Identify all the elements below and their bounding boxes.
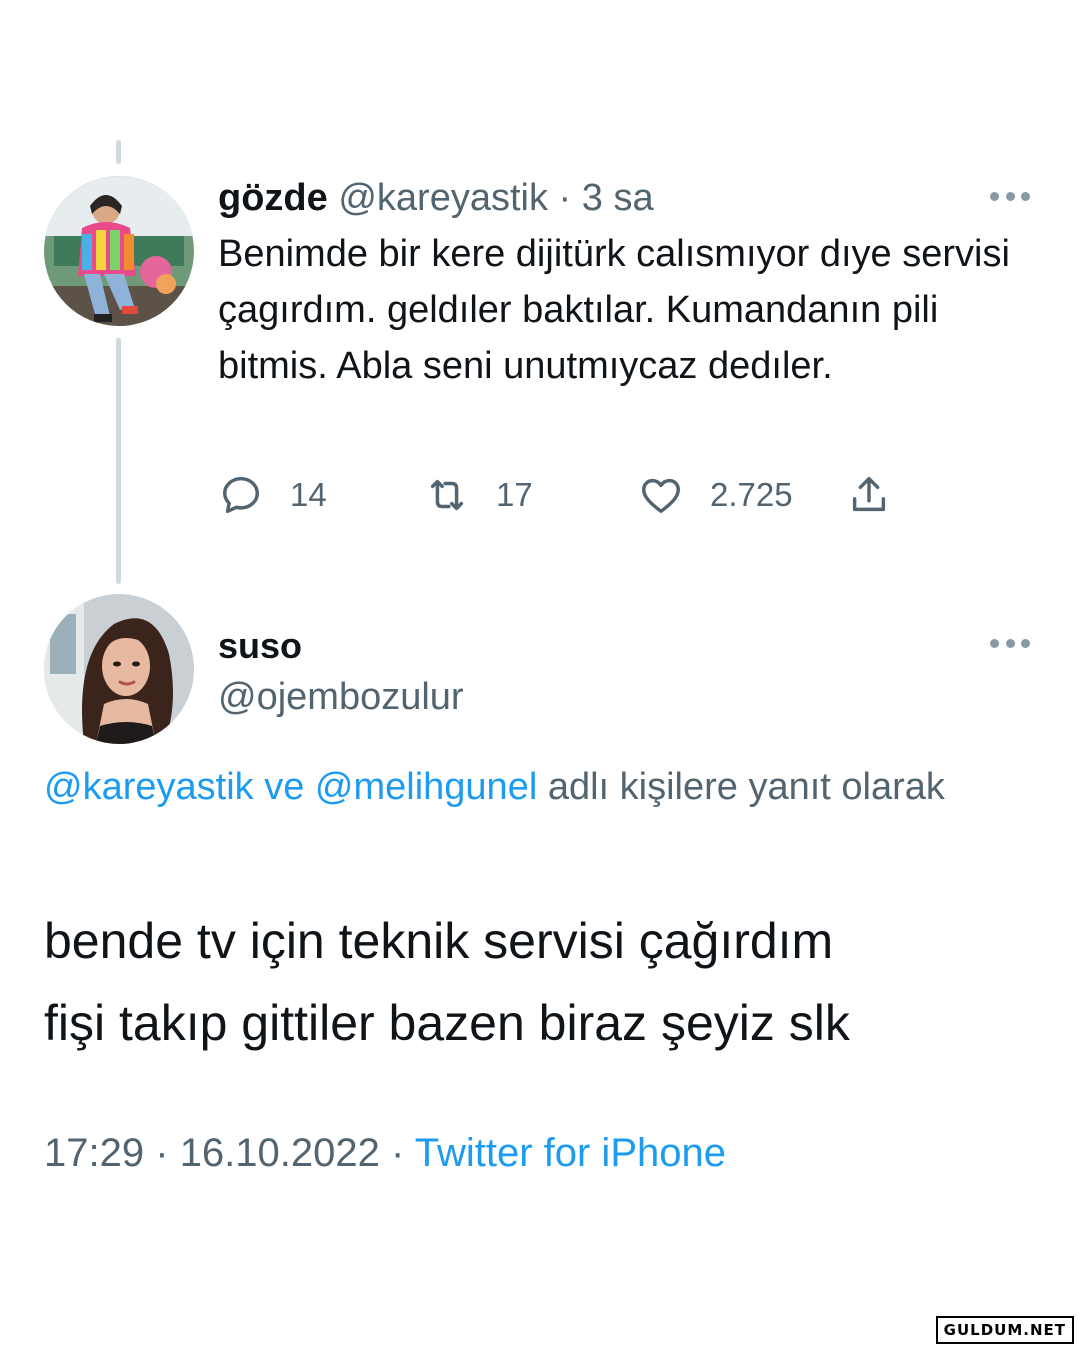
tweet1-handle[interactable]: @kareyastik <box>338 177 548 219</box>
thread-line-top <box>116 140 121 164</box>
tweet1-header: gözde @kareyastik · 3 sa <box>218 176 654 220</box>
reply-to-context: @kareyastik ve @melihgunel adlı kişilere… <box>44 758 984 816</box>
share-icon <box>852 476 886 512</box>
avatar-suso[interactable] <box>44 594 194 744</box>
retweet-button[interactable]: 17 <box>424 470 533 520</box>
reply-to-suffix: adlı kişilere yanıt olarak <box>547 766 945 808</box>
thread-line-connector <box>116 338 121 584</box>
like-button[interactable]: 2.725 <box>638 470 793 520</box>
reply-icon <box>222 476 260 514</box>
tweet2-footer: 17:29 · 16.10.2022 · Twitter for iPhone <box>44 1128 726 1178</box>
reply-count: 14 <box>290 476 327 513</box>
tweet2-source[interactable]: Twitter for iPhone <box>415 1131 726 1175</box>
more-dots-icon[interactable] <box>990 190 1030 202</box>
retweet-icon <box>430 479 464 511</box>
reply-button[interactable]: 14 <box>218 470 327 520</box>
tweet2-body-line2: fişi takıp gittiler bazen biraz şeyiz sl… <box>44 995 850 1051</box>
watermark-logo: GULDUM.NET <box>935 1316 1074 1344</box>
mention-kareyastik[interactable]: @kareyastik <box>44 766 254 808</box>
tweet2-body: bende tv için teknik servisi çağırdım fi… <box>44 900 1044 1064</box>
retweet-count: 17 <box>496 476 533 513</box>
tweet2-time[interactable]: 17:29 <box>44 1131 144 1175</box>
like-count: 2.725 <box>710 476 793 513</box>
more-dots-icon[interactable] <box>990 637 1030 649</box>
footer-separator-2: · <box>391 1131 405 1175</box>
tweet1-body: Benimde bir kere dijitürk calısmıyor dıy… <box>218 233 1010 387</box>
tweet1-separator: · <box>558 177 572 219</box>
mention-melihgunel[interactable]: @melihgunel <box>315 766 537 808</box>
tweet2-body-line1: bende tv için teknik servisi çağırdım <box>44 913 834 969</box>
tweet1-display-name[interactable]: gözde <box>218 177 328 219</box>
tweet2-handle[interactable]: @ojembozulur <box>218 674 464 720</box>
footer-separator-1: · <box>155 1131 169 1175</box>
mention-conjunction: ve <box>264 766 305 808</box>
tweet2-date[interactable]: 16.10.2022 <box>180 1131 380 1175</box>
share-button[interactable] <box>846 470 892 520</box>
avatar-gozde[interactable] <box>44 176 194 326</box>
tweet2-display-name[interactable]: suso <box>218 624 302 668</box>
heart-icon <box>642 478 680 514</box>
tweet1-actions: 14 17 2.725 <box>218 470 918 520</box>
tweet1-time[interactable]: 3 sa <box>582 177 654 219</box>
